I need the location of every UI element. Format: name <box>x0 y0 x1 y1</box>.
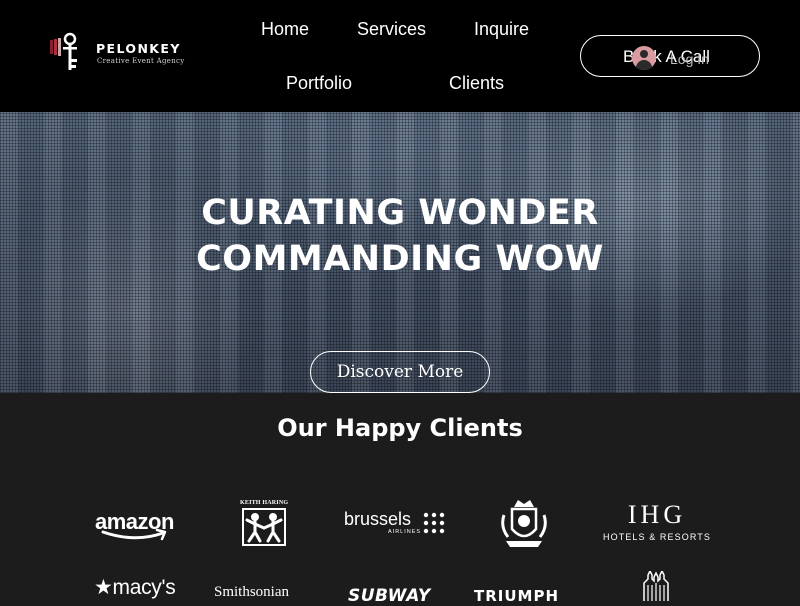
logo-name: PELONKEY <box>96 41 181 56</box>
ihg-wordmark: IHG <box>627 500 687 529</box>
keith-haring-wordmark: KEITH HARING <box>240 500 289 506</box>
hero-title-line-2: COMMANDING WOW <box>196 239 604 279</box>
site-header: PELONKEY Creative Event Agency Home Serv… <box>0 0 800 112</box>
ihg-subtitle: HOTELS & RESORTS <box>603 532 711 542</box>
avatar-icon <box>632 46 656 70</box>
logo-tagline: Creative Event Agency <box>97 57 185 65</box>
brussels-subtitle: AIRLINES <box>388 529 422 535</box>
subway-logo: SUBWAY <box>348 586 431 606</box>
key-icon <box>50 32 77 70</box>
nav-services[interactable]: Services <box>357 19 426 39</box>
amazon-logo: amazon <box>95 509 181 541</box>
royal-crest-icon <box>501 500 547 547</box>
nav-inquire[interactable]: Inquire <box>474 19 529 39</box>
nav-clients[interactable]: Clients <box>449 73 504 93</box>
login-button[interactable]: Log In <box>632 46 732 72</box>
nav-portfolio[interactable]: Portfolio <box>286 73 352 93</box>
brussels-dots-icon <box>423 512 445 534</box>
nav-home[interactable]: Home <box>261 19 309 39</box>
brussels-airlines-logo: brussels AIRLINES <box>344 509 446 539</box>
login-label: Log In <box>670 51 709 67</box>
clients-title: Our Happy Clients <box>277 414 523 442</box>
hero-title-line-1: CURATING WONDER <box>201 193 599 233</box>
triumph-logo: TRIUMPH <box>474 587 560 605</box>
discover-more-label: Discover More <box>336 362 464 382</box>
keith-haring-figures-icon <box>242 508 286 546</box>
discover-more-button[interactable]: Discover More <box>310 351 490 393</box>
amazon-smile-icon <box>101 529 167 541</box>
brussels-wordmark: brussels <box>344 509 412 529</box>
clients-section: Our Happy Clients amazon KEITH HARING br… <box>0 393 800 606</box>
site-logo[interactable]: PELONKEY Creative Event Agency <box>50 31 190 73</box>
ihg-logo: IHG HOTELS & RESORTS <box>603 500 711 543</box>
hero-title: CURATING WONDER COMMANDING WOW <box>0 190 800 282</box>
keith-haring-logo: KEITH HARING <box>240 500 288 546</box>
macys-logo: ★macy's <box>94 576 176 599</box>
smithsonian-logo: Smithsonian <box>214 584 290 600</box>
building-icon <box>643 571 669 601</box>
hero-section: CURATING WONDER COMMANDING WOW Discover … <box>0 112 800 393</box>
